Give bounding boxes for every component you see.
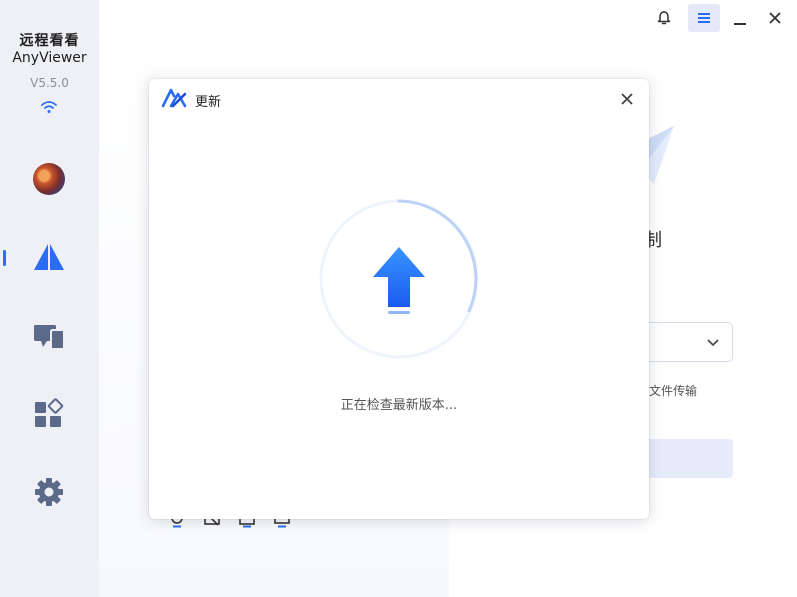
gear-icon[interactable] xyxy=(33,476,65,508)
bg-file-transfer-label: 文件传输 xyxy=(649,384,698,398)
menu-icon xyxy=(698,13,710,23)
wifi-icon xyxy=(41,101,57,113)
app-name-en: AnyViewer xyxy=(12,50,87,66)
apps-icon[interactable] xyxy=(33,398,65,430)
dialog-title: 更新 xyxy=(195,95,222,110)
minimize-button[interactable] xyxy=(724,4,756,32)
close-icon xyxy=(769,12,781,24)
chevron-down-icon xyxy=(707,339,719,347)
minimize-icon xyxy=(734,23,746,25)
bell-icon xyxy=(657,11,671,25)
notifications-button[interactable] xyxy=(648,4,680,32)
anyviewer-logo-icon[interactable] xyxy=(33,242,65,274)
sidebar: 远程看看 AnyViewer V5.5.0 xyxy=(0,0,99,597)
update-spinner xyxy=(319,199,479,359)
nav-active-indicator xyxy=(3,250,6,266)
update-status-text: 正在检查最新版本... xyxy=(340,398,458,413)
menu-button[interactable] xyxy=(688,4,720,32)
app-name-cn: 远程看看 xyxy=(19,33,80,49)
bg-connect-button[interactable] xyxy=(640,439,733,478)
avatar[interactable] xyxy=(33,163,65,195)
update-dialog: 更新 正在检查最新版本... xyxy=(149,79,649,519)
anyviewer-logo-icon xyxy=(161,88,187,108)
close-icon[interactable] xyxy=(619,91,635,107)
devices-icon[interactable] xyxy=(33,320,65,352)
close-window-button[interactable] xyxy=(759,4,791,32)
app-version: V5.5.0 xyxy=(30,76,69,90)
